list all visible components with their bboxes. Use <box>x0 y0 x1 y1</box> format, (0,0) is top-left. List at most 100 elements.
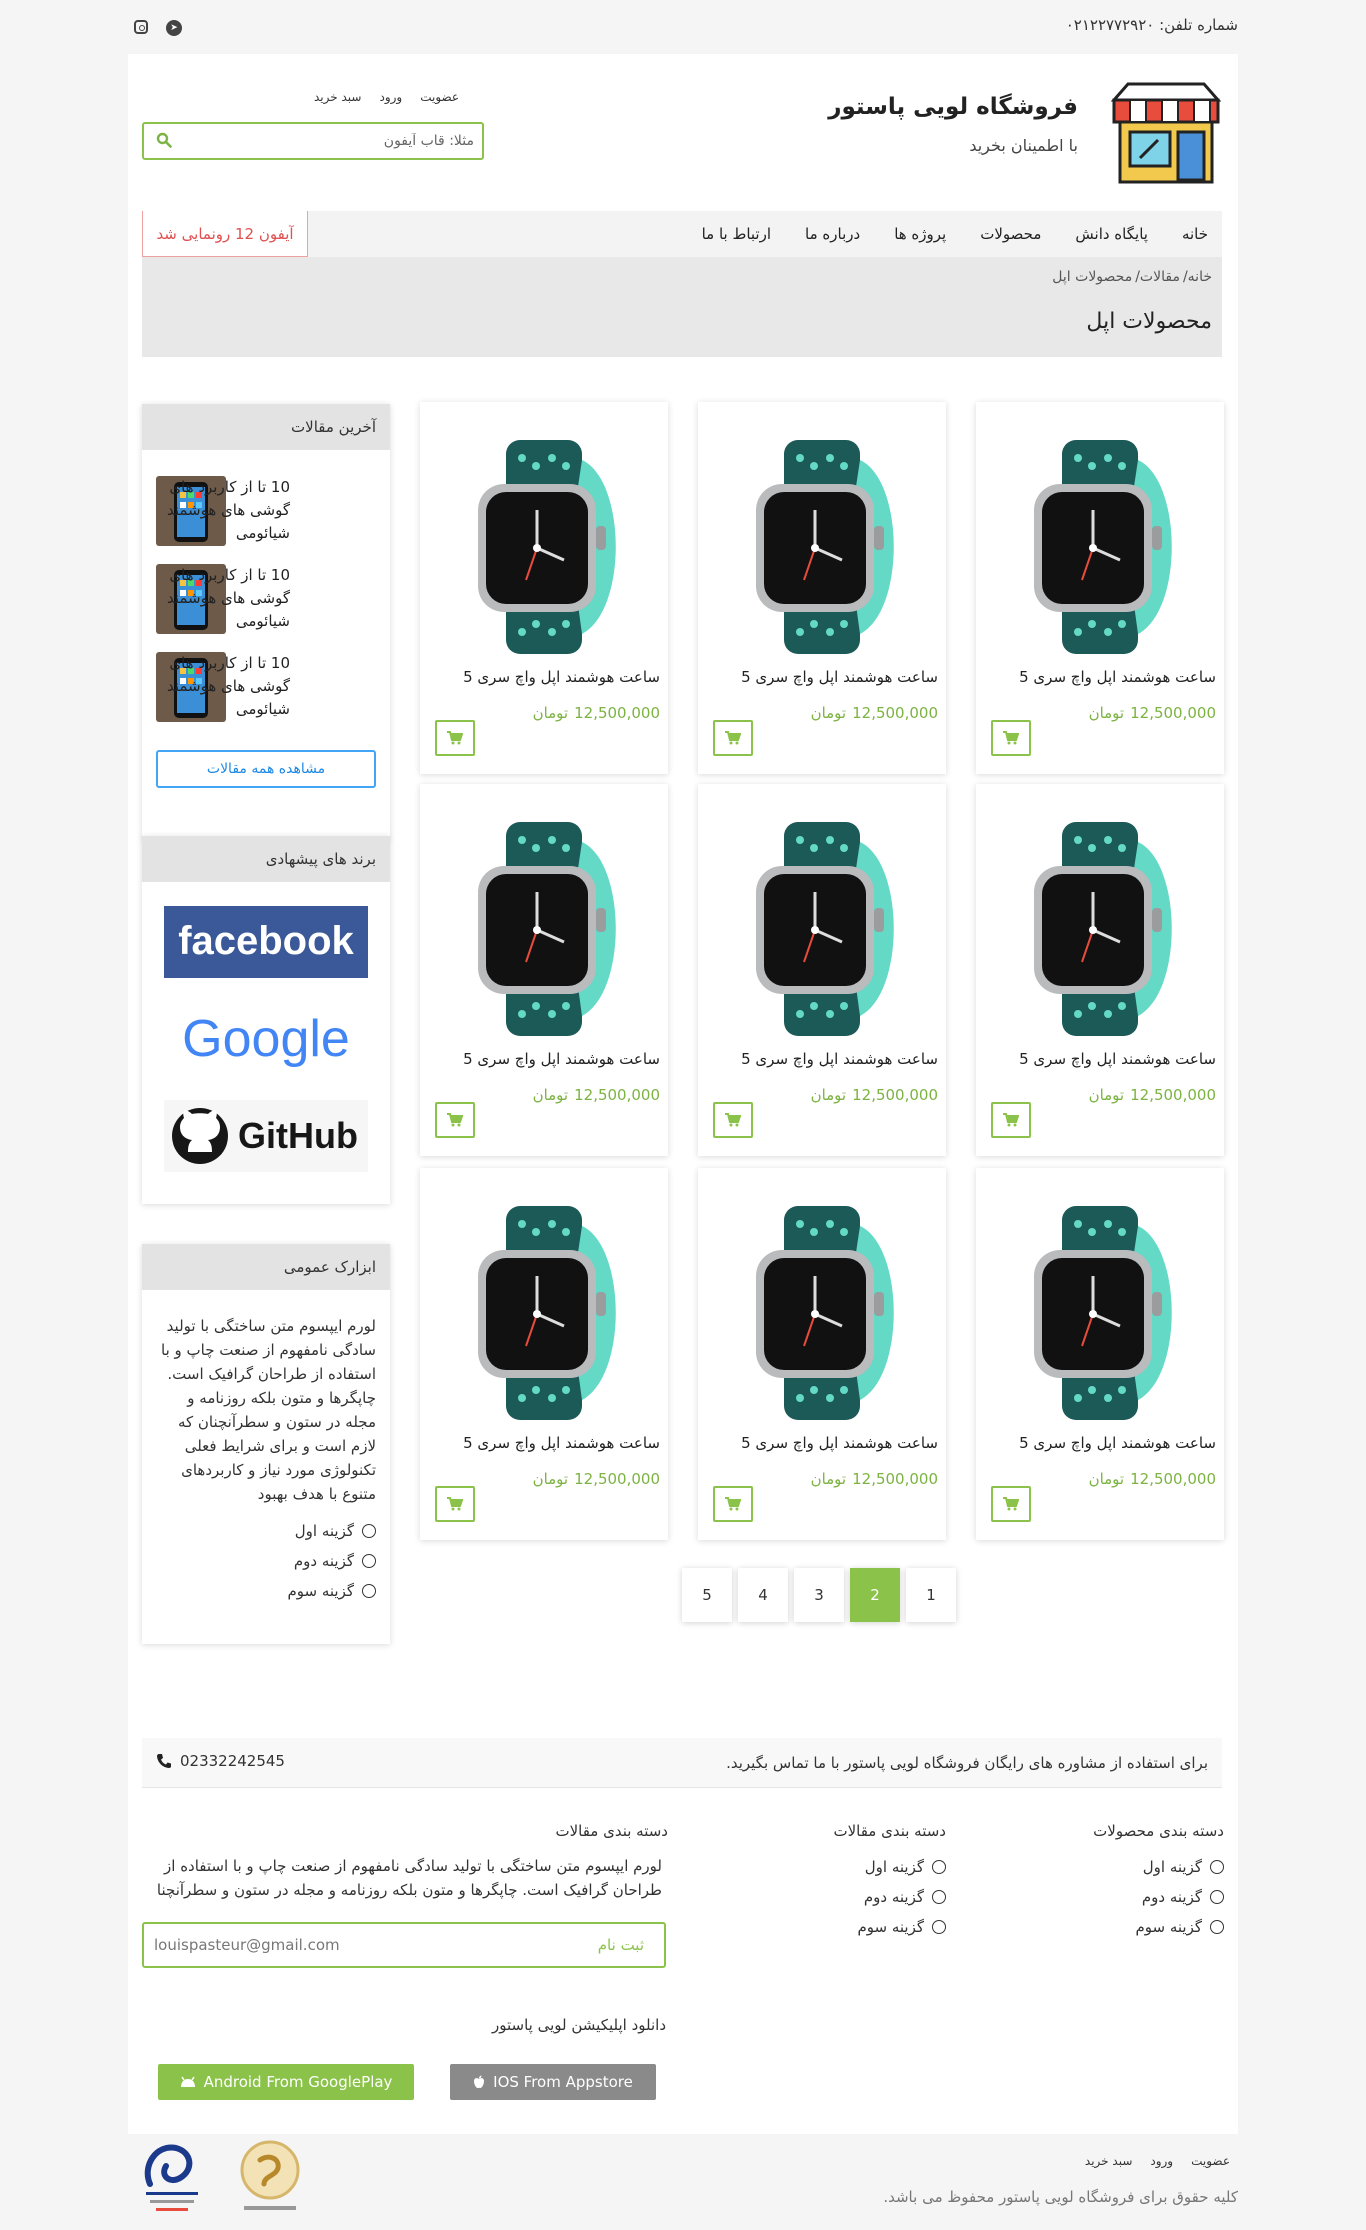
google-logo[interactable]: Google <box>164 1004 368 1076</box>
cart-icon <box>725 731 741 745</box>
product-name[interactable]: ساعت هوشمند اپل واچ سری 5 <box>1019 1050 1216 1068</box>
article-title[interactable]: 10 تا از کاربرد های گوشی های هوشمند شیائ… <box>156 476 290 545</box>
radio-button[interactable] <box>932 1860 946 1874</box>
radio-option[interactable]: گزینه دوم <box>864 1888 946 1906</box>
product-card[interactable]: ساعت هوشمند اپل واچ سری 5 12,500,000 تومان <box>698 402 946 774</box>
newsletter-submit-button[interactable]: ثبت نام <box>598 1936 644 1954</box>
product-name[interactable]: ساعت هوشمند اپل واچ سری 5 <box>463 668 660 686</box>
radio-option[interactable]: گزینه سوم <box>1135 1918 1224 1936</box>
radio-option[interactable]: گزینه اول <box>1143 1858 1224 1876</box>
add-to-cart-button[interactable] <box>991 1486 1031 1522</box>
radio-button[interactable] <box>1210 1920 1224 1934</box>
nav-item-products[interactable]: محصولات <box>980 225 1041 243</box>
page-5-button[interactable]: 5 <box>682 1568 732 1622</box>
product-image[interactable] <box>734 1206 910 1420</box>
product-image[interactable] <box>456 1206 632 1420</box>
store-logo[interactable] <box>1108 80 1224 184</box>
page-3-button[interactable]: 3 <box>794 1568 844 1622</box>
article-item[interactable]: 10 تا از کاربرد های گوشی های هوشمند شیائ… <box>156 476 376 548</box>
nav-item-projects[interactable]: پروژه ها <box>894 225 946 243</box>
add-to-cart-button[interactable] <box>991 720 1031 756</box>
product-card[interactable]: ساعت هوشمند اپل واچ سری 5 12,500,000 تومان <box>420 784 668 1156</box>
page-1-button[interactable]: 1 <box>906 1568 956 1622</box>
product-image[interactable] <box>1012 822 1188 1036</box>
radio-button[interactable] <box>932 1890 946 1904</box>
nav-item-about[interactable]: درباره ما <box>805 225 860 243</box>
promo-badge[interactable]: آیفون 12 رونمایی شد <box>142 211 308 257</box>
newsletter-email-input[interactable]: louispasteur@gmail.com <box>154 1936 340 1954</box>
product-image[interactable] <box>734 440 910 654</box>
nav-item-knowledge-base[interactable]: پایگاه دانش <box>1075 225 1148 243</box>
android-download-button[interactable]: Android From GooglePlay <box>158 2064 414 2100</box>
article-title[interactable]: 10 تا از کاربرد های گوشی های هوشمند شیائ… <box>156 652 290 721</box>
breadcrumb-articles[interactable]: مقالات/ <box>1135 269 1180 285</box>
add-to-cart-button[interactable] <box>435 720 475 756</box>
samandehi-badge[interactable] <box>234 2136 306 2216</box>
radio-button[interactable] <box>362 1584 376 1598</box>
radio-button[interactable] <box>1210 1890 1224 1904</box>
radio-button[interactable] <box>1210 1860 1224 1874</box>
radio-option[interactable]: گزینه سوم <box>857 1918 946 1936</box>
add-to-cart-button[interactable] <box>435 1102 475 1138</box>
facebook-logo[interactable]: facebook <box>164 906 368 978</box>
enamad-badge[interactable] <box>136 2136 208 2216</box>
add-to-cart-button[interactable] <box>713 1486 753 1522</box>
ios-download-button[interactable]: IOS From Appstore <box>450 2064 656 2100</box>
product-name[interactable]: ساعت هوشمند اپل واچ سری 5 <box>463 1050 660 1068</box>
product-card[interactable]: ساعت هوشمند اپل واچ سری 5 12,500,000 تومان <box>420 402 668 774</box>
product-name[interactable]: ساعت هوشمند اپل واچ سری 5 <box>1019 1434 1216 1452</box>
instagram-icon[interactable] <box>134 20 148 34</box>
add-to-cart-button[interactable] <box>435 1486 475 1522</box>
product-card[interactable]: ساعت هوشمند اپل واچ سری 5 12,500,000 تومان <box>698 784 946 1156</box>
article-item[interactable]: 10 تا از کاربرد های گوشی های هوشمند شیائ… <box>156 564 376 636</box>
radio-button[interactable] <box>932 1920 946 1934</box>
product-name[interactable]: ساعت هوشمند اپل واچ سری 5 <box>463 1434 660 1452</box>
github-logo[interactable]: GitHub <box>164 1100 368 1172</box>
register-link[interactable]: عضویت <box>1191 2154 1230 2168</box>
product-name[interactable]: ساعت هوشمند اپل واچ سری 5 <box>741 1050 938 1068</box>
page-4-button[interactable]: 4 <box>738 1568 788 1622</box>
product-name[interactable]: ساعت هوشمند اپل واچ سری 5 <box>1019 668 1216 686</box>
search-input[interactable] <box>182 124 482 158</box>
radio-option[interactable]: گزینه دوم <box>294 1552 376 1570</box>
add-to-cart-button[interactable] <box>991 1102 1031 1138</box>
radio-option[interactable]: گزینه سوم <box>287 1582 376 1600</box>
nav-item-contact[interactable]: ارتباط با ما <box>702 225 771 243</box>
article-item[interactable]: 10 تا از کاربرد های گوشی های هوشمند شیائ… <box>156 652 376 724</box>
radio-option[interactable]: گزینه دوم <box>1142 1888 1224 1906</box>
login-link[interactable]: ورود <box>379 90 402 104</box>
product-card[interactable]: ساعت هوشمند اپل واچ سری 5 12,500,000 تومان <box>698 1168 946 1540</box>
telegram-icon[interactable]: ➤ <box>166 20 182 36</box>
product-name[interactable]: ساعت هوشمند اپل واچ سری 5 <box>741 1434 938 1452</box>
contact-phone[interactable]: 02332242545 <box>156 1752 285 1770</box>
radio-button[interactable] <box>362 1524 376 1538</box>
product-card[interactable]: ساعت هوشمند اپل واچ سری 5 12,500,000 تومان <box>420 1168 668 1540</box>
radio-button[interactable] <box>362 1554 376 1568</box>
breadcrumb-home[interactable]: خانه/ <box>1183 269 1212 285</box>
product-image[interactable] <box>456 440 632 654</box>
product-name[interactable]: ساعت هوشمند اپل واچ سری 5 <box>741 668 938 686</box>
register-link[interactable]: عضویت <box>420 90 459 104</box>
product-image[interactable] <box>456 822 632 1036</box>
contact-phone-number[interactable]: 02332242545 <box>180 1752 285 1770</box>
all-articles-button[interactable]: مشاهده همه مقالات <box>156 750 376 788</box>
article-title[interactable]: 10 تا از کاربرد های گوشی های هوشمند شیائ… <box>156 564 290 633</box>
brands-widget: برند های پیشهادی facebook Google GitHub <box>142 836 390 1204</box>
radio-option[interactable]: گزینه اول <box>865 1858 946 1876</box>
cart-link[interactable]: سبد خرید <box>1085 2154 1132 2168</box>
radio-option[interactable]: گزینه اول <box>295 1522 376 1540</box>
product-card[interactable]: ساعت هوشمند اپل واچ سری 5 12,500,000 تومان <box>976 784 1224 1156</box>
cart-link[interactable]: سبد خرید <box>314 90 361 104</box>
login-link[interactable]: ورود <box>1150 2154 1173 2168</box>
product-image[interactable] <box>1012 1206 1188 1420</box>
site-title[interactable]: فروشگاه لویی پاستور <box>828 94 1078 120</box>
add-to-cart-button[interactable] <box>713 720 753 756</box>
product-image[interactable] <box>734 822 910 1036</box>
page-2-button[interactable]: 2 <box>850 1568 900 1622</box>
nav-item-home[interactable]: خانه <box>1182 225 1208 243</box>
search-icon[interactable] <box>156 132 172 148</box>
add-to-cart-button[interactable] <box>713 1102 753 1138</box>
product-card[interactable]: ساعت هوشمند اپل واچ سری 5 12,500,000 تومان <box>976 402 1224 774</box>
product-card[interactable]: ساعت هوشمند اپل واچ سری 5 12,500,000 تومان <box>976 1168 1224 1540</box>
product-image[interactable] <box>1012 440 1188 654</box>
